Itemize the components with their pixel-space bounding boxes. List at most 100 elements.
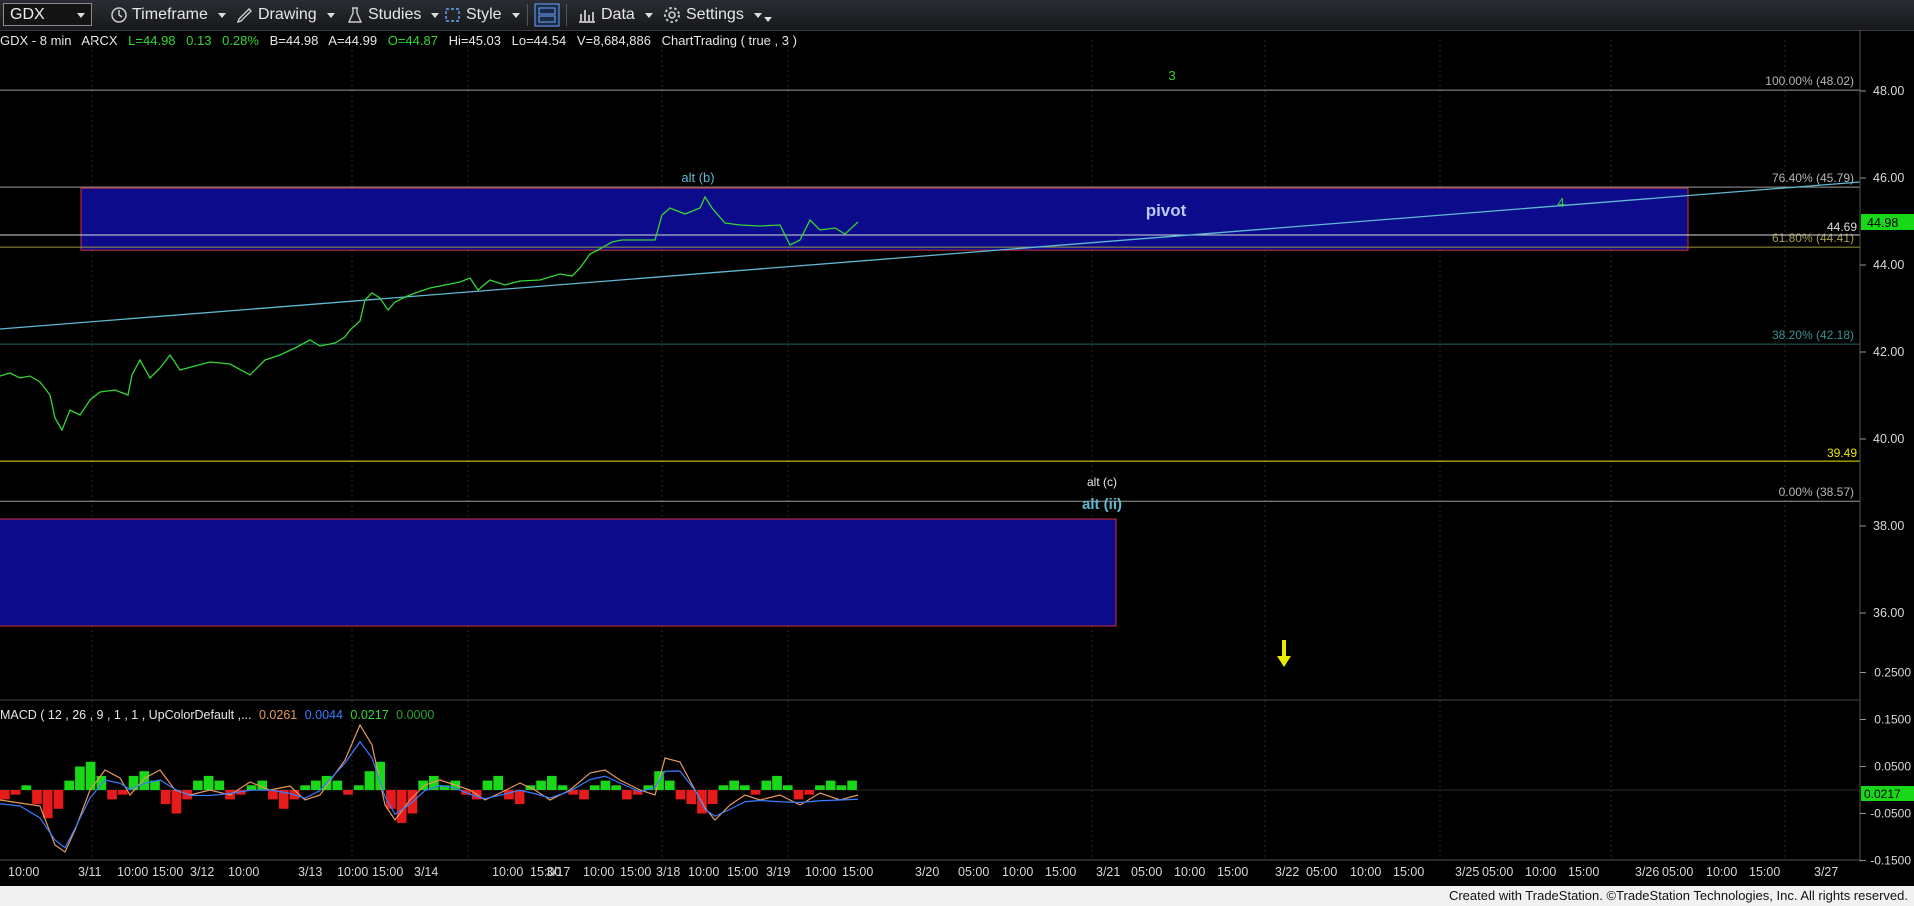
price-tick-label: 42.00 (1873, 345, 1904, 359)
histogram-bar (761, 780, 772, 790)
price-line-label: 39.49 (1827, 446, 1857, 460)
time-tick-label: 05:00 (1131, 865, 1162, 879)
histogram-bar (611, 785, 621, 790)
histogram-bar (514, 790, 525, 805)
macd-axis: 0.2500 0.1500 0.0500 -0.0500 -0.1500 (1860, 666, 1911, 868)
time-tick-label: 15:00 (152, 865, 183, 879)
credit-text: Created with TradeStation. ©TradeStation… (1444, 887, 1912, 904)
histogram-bar (311, 780, 321, 790)
time-tick-label: 3/20 (915, 865, 939, 879)
histogram-bar (504, 790, 514, 800)
histogram-bar (64, 780, 75, 790)
time-tick-label: 10:00 (117, 865, 148, 879)
histogram-bar (600, 780, 611, 790)
price-tick-label: 48.00 (1873, 84, 1904, 98)
time-tick-label: 10:00 (492, 865, 523, 879)
histogram-bar (85, 761, 96, 790)
histogram-bar (675, 790, 686, 800)
time-tick-label: 10:00 (1002, 865, 1033, 879)
signal-value: 0.0044 (304, 708, 343, 722)
histogram-bar (686, 790, 697, 805)
histogram-bar (418, 780, 428, 790)
alt-ii-zone[interactable] (0, 518, 1117, 627)
time-tick-label: 3/22 (1275, 865, 1299, 879)
time-tick-label: 05:00 (1662, 865, 1693, 879)
time-tick-label: 10:00 (688, 865, 719, 879)
time-tick-label: 15:00 (842, 865, 873, 879)
histogram-bar (171, 790, 182, 814)
histogram-bar (664, 780, 675, 790)
time-tick-label: 10:00 (805, 865, 836, 879)
macd-legend: MACD ( 12 , 26 , 9 , 1 , 1 , UpColorDefa… (0, 708, 438, 722)
histogram-bar (729, 780, 739, 790)
histogram-bar (364, 771, 375, 790)
histogram-bar (557, 785, 568, 790)
macd-tick-label: 0.0500 (1874, 760, 1911, 774)
time-tick-label: 3/11 (78, 865, 101, 879)
histogram-bar (589, 785, 600, 790)
time-tick-label: 10:00 (1174, 865, 1205, 879)
histogram-bar (825, 780, 836, 790)
time-tick-label: 10:00 (583, 865, 614, 879)
price-tick-label: 40.00 (1873, 432, 1904, 446)
histogram-bar (193, 780, 203, 790)
time-tick-label: 3/19 (766, 865, 790, 879)
histogram-bar (815, 785, 825, 790)
fib-label: 100.00% (48.02) (1765, 74, 1854, 88)
time-tick-label: 3/25 (1455, 865, 1479, 879)
macd-current-label: 0.0217 (1864, 787, 1901, 801)
macd-legend-label: MACD ( 12 , 26 , 9 , 1 , 1 , UpColorDefa… (0, 708, 252, 722)
time-tick-label: 3/17 (546, 865, 570, 879)
histogram-bar (707, 790, 718, 805)
histogram-bar (75, 766, 85, 790)
time-tick-label: 15:00 (1568, 865, 1599, 879)
histogram-bar (53, 790, 64, 809)
time-tick-label: 3/18 (656, 865, 680, 879)
histogram-bar (772, 775, 782, 790)
time-tick-label: 05:00 (1306, 865, 1337, 879)
pivot-zone[interactable] (80, 187, 1689, 251)
time-tick-label: 15:00 (372, 865, 403, 879)
price-chart[interactable]: 100.00% (48.02)76.40% (45.79)61.80% (44.… (0, 0, 1914, 886)
fib-levels: 100.00% (48.02)76.40% (45.79)61.80% (44.… (0, 74, 1860, 502)
time-axis: 10:00 3/11 10:00 15:00 3/12 10:00 3/13 10:00 15:… (8, 865, 1838, 879)
macd-value: 0.0261 (258, 708, 298, 722)
time-tick-label: 15:00 (620, 865, 651, 879)
arrow-down-icon (1277, 640, 1291, 667)
histogram-bar (139, 771, 150, 790)
histogram-bar (246, 785, 257, 790)
histogram-bar (750, 790, 761, 795)
histogram-bar (353, 785, 364, 790)
alt-ii-label: alt (ii) (1082, 496, 1122, 513)
macd-tick-label: -0.1500 (1870, 854, 1911, 868)
histogram-bar (214, 780, 225, 790)
zones (0, 187, 1689, 627)
fib-label: 38.20% (42.18) (1772, 328, 1854, 342)
time-tick-label: 3/14 (414, 865, 438, 879)
price-axis: 48.00 46.00 44.00 42.00 40.00 38.00 36.00 (1860, 84, 1904, 620)
time-tick-label: 3/27 (1814, 865, 1838, 879)
price-line-label: 44.69 (1827, 220, 1857, 234)
histogram-bar (804, 790, 815, 795)
histogram-bar (793, 790, 804, 800)
histogram-bar (740, 785, 750, 790)
alt-b-label: alt (b) (681, 170, 714, 185)
price-tick-label: 36.00 (1873, 606, 1904, 620)
alt-c-label: alt (c) (1087, 475, 1117, 489)
time-tick-label: 15:00 (1393, 865, 1424, 879)
fib-label: 0.00% (38.57) (1779, 485, 1854, 499)
histogram-bar (107, 790, 117, 800)
histogram-value: 0.0217 (350, 708, 389, 722)
time-tick-label: 15:00 (1045, 865, 1076, 879)
time-tick-label: 3/13 (298, 865, 322, 879)
time-tick-label: 10:00 (1706, 865, 1737, 879)
histogram-bar (42, 790, 53, 819)
wave-4-label: 4 (1557, 195, 1564, 210)
signal-line (0, 740, 859, 849)
histogram-bar (343, 790, 353, 795)
time-tick-label: 05:00 (958, 865, 989, 879)
time-tick-label: 10:00 (1525, 865, 1556, 879)
histogram-bar (160, 790, 171, 805)
histogram-bar (32, 790, 42, 805)
time-tick-label: 10:00 (1350, 865, 1381, 879)
